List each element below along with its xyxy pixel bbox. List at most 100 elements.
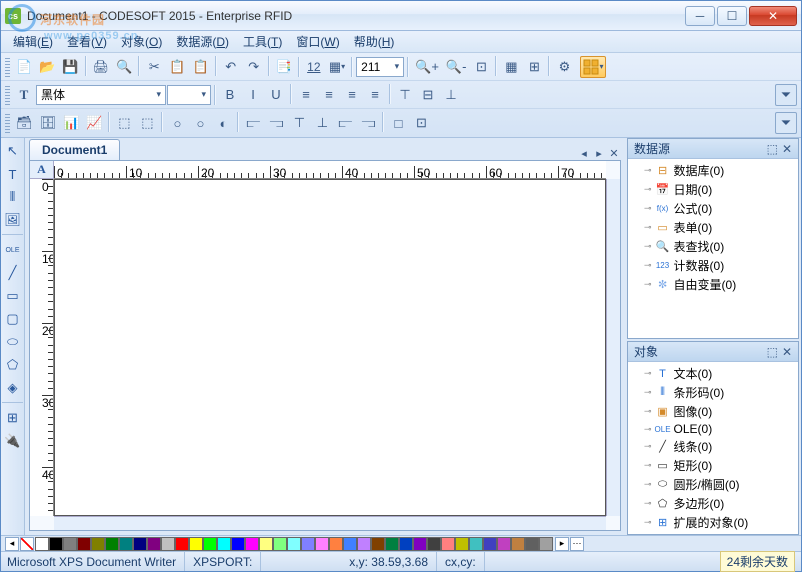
tab-next-icon[interactable]: ▸ xyxy=(592,147,606,160)
panel-close-icon[interactable]: ✕ xyxy=(782,142,792,156)
color-swatch[interactable] xyxy=(259,537,273,551)
maximize-button[interactable]: ☐ xyxy=(717,6,747,26)
close-button[interactable]: ✕ xyxy=(749,6,797,26)
number-combo[interactable]: 211▾ xyxy=(356,57,404,77)
tool-ext[interactable]: ⊞ xyxy=(2,407,24,429)
paste-button[interactable]: 📋 xyxy=(189,56,211,78)
font-size-combo[interactable]: ▾ xyxy=(167,85,211,105)
preview-button[interactable]: 🔍 xyxy=(113,56,135,78)
db2-button[interactable]: 🗄 xyxy=(37,112,60,134)
grip[interactable] xyxy=(5,85,10,105)
grip[interactable] xyxy=(5,57,10,77)
tree-item[interactable]: ⊸╱线条(0) xyxy=(630,437,796,456)
font-name-combo[interactable]: 黑体▾ xyxy=(36,85,166,105)
color-swatch[interactable] xyxy=(217,537,231,551)
pin-icon[interactable]: ⬚ xyxy=(767,345,778,359)
copy-button[interactable]: 📋 xyxy=(166,56,188,78)
color-swatch[interactable] xyxy=(287,537,301,551)
grip[interactable] xyxy=(5,113,10,133)
color-swatch[interactable] xyxy=(91,537,105,551)
opts-button[interactable]: ⚙ xyxy=(553,56,575,78)
al-button[interactable]: ≡ xyxy=(295,84,317,106)
db4-button[interactable]: 📈 xyxy=(83,112,105,134)
a5-button[interactable]: ⫍ xyxy=(334,112,356,134)
b1-button[interactable]: □ xyxy=(387,112,409,134)
panel-header[interactable]: 对象 ⬚✕ xyxy=(628,342,798,362)
color-swatch[interactable] xyxy=(539,537,553,551)
tool-text[interactable]: T xyxy=(2,163,24,185)
vm-button[interactable]: ⊟ xyxy=(417,84,439,106)
tree-item[interactable]: ⊸123计数器(0) xyxy=(630,256,796,275)
color-swatch[interactable] xyxy=(455,537,469,551)
tree-item[interactable]: ⊸⬭圆形/椭圆(0) xyxy=(630,475,796,494)
color-swatch[interactable] xyxy=(273,537,287,551)
tool-line[interactable]: ╱ xyxy=(2,262,24,284)
color-swatch[interactable] xyxy=(357,537,371,551)
menu-item[interactable]: 工具(T) xyxy=(237,31,288,52)
color-swatch[interactable] xyxy=(161,537,175,551)
color-swatch[interactable] xyxy=(147,537,161,551)
tree-item[interactable]: ⊸⊟数据库(0) xyxy=(630,161,796,180)
redo-button[interactable]: ↷ xyxy=(243,56,265,78)
tool-ellipse[interactable]: ⬭ xyxy=(2,331,24,353)
color-swatch[interactable] xyxy=(119,537,133,551)
a1-button[interactable]: ⫍ xyxy=(242,112,264,134)
undo-button[interactable]: ↶ xyxy=(220,56,242,78)
color-swatch[interactable] xyxy=(35,537,49,551)
zoomfit-button[interactable]: ⊡ xyxy=(470,56,492,78)
tool-rect[interactable]: ▭ xyxy=(2,285,24,307)
tab-prev-icon[interactable]: ◂ xyxy=(577,147,591,160)
bold-button[interactable]: B xyxy=(219,84,241,106)
tool-ole[interactable]: OLE xyxy=(2,239,24,261)
grid-button[interactable]: ▦ xyxy=(500,56,522,78)
tool-barcode[interactable]: ⦀ xyxy=(2,186,24,208)
italic-button[interactable]: I xyxy=(242,84,264,106)
color-swatch[interactable] xyxy=(49,537,63,551)
color-swatch[interactable] xyxy=(203,537,217,551)
print-button[interactable]: 🖨 xyxy=(90,56,113,78)
tree-item[interactable]: ⊸T文本(0) xyxy=(630,364,796,383)
color-swatch[interactable] xyxy=(511,537,525,551)
menu-item[interactable]: 帮助(H) xyxy=(348,31,401,52)
ac-button[interactable]: ≡ xyxy=(318,84,340,106)
color-next-icon[interactable]: ▸ xyxy=(555,537,569,551)
font-size-btn[interactable]: 12 xyxy=(303,56,325,78)
color-swatch[interactable] xyxy=(105,537,119,551)
font-picker-icon[interactable]: T xyxy=(13,84,35,106)
o1-button[interactable]: ○ xyxy=(166,112,188,134)
db3-button[interactable]: 📊 xyxy=(60,112,82,134)
color-swatch[interactable] xyxy=(469,537,483,551)
o3-button[interactable]: ◐ xyxy=(212,112,234,134)
color-swatch[interactable] xyxy=(77,537,91,551)
color-swatch[interactable] xyxy=(525,537,539,551)
color-swatch[interactable] xyxy=(385,537,399,551)
menu-item[interactable]: 对象(O) xyxy=(115,31,168,52)
color-swatch[interactable] xyxy=(329,537,343,551)
color-swatch[interactable] xyxy=(497,537,511,551)
underline-button[interactable]: U xyxy=(265,84,287,106)
tree-item[interactable]: ⊸🔍表查找(0) xyxy=(630,237,796,256)
color-swatch[interactable] xyxy=(483,537,497,551)
ruler-corner[interactable]: A xyxy=(30,161,54,179)
a6-button[interactable]: ⫎ xyxy=(357,112,379,134)
pin-icon[interactable]: ⬚ xyxy=(767,142,778,156)
b2-button[interactable]: ⊡ xyxy=(410,112,432,134)
color-more-icon[interactable]: ⋯ xyxy=(570,537,584,551)
tool-rrect[interactable]: ▢ xyxy=(2,308,24,330)
menu-item[interactable]: 编辑(E) xyxy=(7,31,59,52)
collapse-icon[interactable]: ⏷ xyxy=(775,84,797,106)
table-btn[interactable]: ▦▾ xyxy=(326,56,348,78)
color-swatch[interactable] xyxy=(301,537,315,551)
tool-image[interactable]: 🖼 xyxy=(2,209,24,231)
color-swatch[interactable] xyxy=(343,537,357,551)
tool-select[interactable]: ↖ xyxy=(2,140,24,162)
color-swatch[interactable] xyxy=(315,537,329,551)
a4-button[interactable]: ⊥ xyxy=(311,112,333,134)
menu-item[interactable]: 查看(V) xyxy=(61,31,113,52)
panel-close-icon[interactable]: ✕ xyxy=(782,345,792,359)
color-swatch[interactable] xyxy=(245,537,259,551)
color-swatch[interactable] xyxy=(399,537,413,551)
new-button[interactable]: 📄 xyxy=(13,56,35,78)
color-swatch[interactable] xyxy=(175,537,189,551)
vt-button[interactable]: ⊤ xyxy=(394,84,416,106)
